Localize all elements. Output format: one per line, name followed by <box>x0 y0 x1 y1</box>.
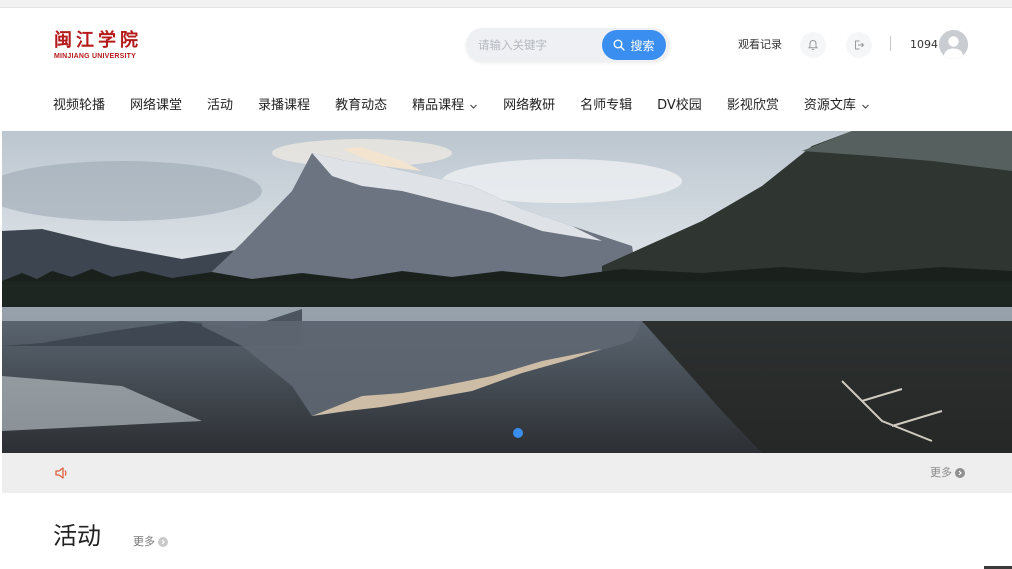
chevron-down-icon <box>470 104 477 109</box>
section-title: 活动 <box>53 522 101 550</box>
speaker-icon <box>55 467 67 479</box>
university-logo[interactable]: 闽江学院 MINJIANG UNIVERSITY <box>54 31 164 63</box>
nav-item[interactable]: 名师专辑 <box>580 96 632 116</box>
logo-chinese-name: 闽江学院 <box>54 30 142 51</box>
nav-item-label: 网络教研 <box>503 98 556 113</box>
search-button[interactable]: 搜索 <box>602 30 666 60</box>
section-more-link[interactable]: 更多 <box>133 535 168 549</box>
header-divider <box>890 36 891 51</box>
nav-item-label: 活动 <box>207 98 234 113</box>
nav-item[interactable]: 活动 <box>207 96 233 116</box>
nav-item[interactable]: 网络教研 <box>503 96 555 116</box>
nav-item[interactable]: 网络课堂 <box>130 96 182 116</box>
logout-button[interactable] <box>846 32 872 58</box>
banner-image <box>2 131 1012 453</box>
page: 闽江学院 MINJIANG UNIVERSITY 搜索 观看记录 1094 <box>0 0 1012 569</box>
notice-bar: 更多 <box>2 453 1012 493</box>
notice-more-label: 更多 <box>930 466 952 479</box>
nav-item-label: DV校园 <box>657 98 702 113</box>
nav-item[interactable]: 资源文库 <box>804 96 870 116</box>
carousel-indicator-dot[interactable] <box>513 428 523 438</box>
search-input[interactable] <box>478 36 598 54</box>
avatar-icon <box>939 30 968 59</box>
nav-item[interactable]: 录播课程 <box>258 96 310 116</box>
user-id[interactable]: 1094 <box>910 38 938 52</box>
nav-item-label: 教育动态 <box>335 98 388 113</box>
nav-item[interactable]: 教育动态 <box>335 96 387 116</box>
logout-icon <box>855 40 865 50</box>
nav-item[interactable]: 影视欣赏 <box>727 96 779 116</box>
section-more-label: 更多 <box>133 535 155 548</box>
notification-button[interactable] <box>800 32 826 58</box>
nav-item-label: 视频轮播 <box>53 98 106 113</box>
notice-more-link[interactable]: 更多 <box>930 466 965 480</box>
avatar[interactable] <box>939 30 968 59</box>
bell-icon <box>807 39 819 51</box>
nav-item-label: 精品课程 <box>412 98 465 113</box>
arrow-right-icon <box>158 537 168 547</box>
main-nav: 视频轮播 网络课堂 活动 录播课程 教育动态 精品课程 网络教研 名师专辑 DV校园 影视欣赏 资源… <box>53 96 895 116</box>
nav-item-label: 录播课程 <box>258 98 311 113</box>
search-icon <box>613 39 626 51</box>
search-box: 搜索 <box>466 28 670 62</box>
nav-item[interactable]: 视频轮播 <box>53 96 105 116</box>
nav-item[interactable]: 精品课程 <box>412 96 478 116</box>
nav-item-label: 网络课堂 <box>130 98 183 113</box>
chevron-down-icon <box>861 104 869 109</box>
arrow-right-icon <box>955 468 965 478</box>
nav-item-label: 名师专辑 <box>580 98 633 113</box>
watch-history-link[interactable]: 观看记录 <box>738 38 782 52</box>
logo-english-name: MINJIANG UNIVERSITY <box>54 53 136 60</box>
nav-item[interactable]: DV校园 <box>657 96 702 116</box>
nav-item-label: 资源文库 <box>803 98 856 113</box>
nav-item-label: 影视欣赏 <box>726 98 779 113</box>
banner-carousel[interactable] <box>2 131 1012 453</box>
search-button-label: 搜索 <box>630 38 655 53</box>
browser-top-strip <box>0 0 1012 8</box>
